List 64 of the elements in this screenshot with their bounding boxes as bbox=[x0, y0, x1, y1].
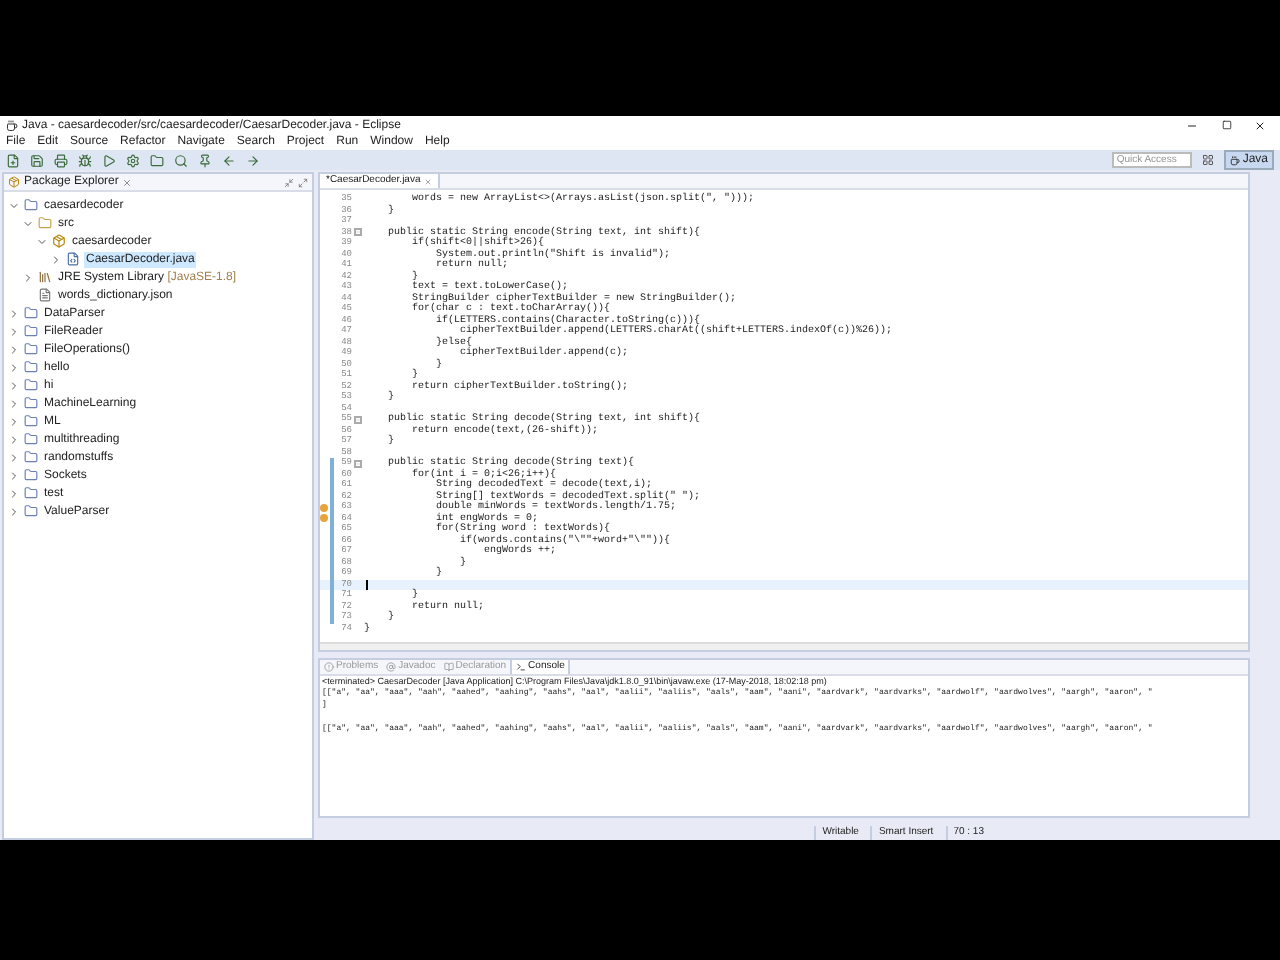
collapsed-caret-icon[interactable] bbox=[8, 505, 20, 517]
library-icon bbox=[38, 270, 52, 284]
package-icon bbox=[52, 234, 66, 248]
project-icon bbox=[24, 486, 38, 500]
forward-arrow-icon[interactable] bbox=[246, 153, 260, 167]
run-icon[interactable] bbox=[102, 153, 116, 167]
collapsed-caret-icon[interactable] bbox=[8, 487, 20, 499]
minimize-icon[interactable] bbox=[1186, 119, 1198, 131]
collapsed-caret-icon[interactable] bbox=[8, 451, 20, 463]
declaration-icon bbox=[443, 662, 454, 672]
expanded-caret-icon[interactable] bbox=[36, 235, 48, 247]
maximize-icon[interactable] bbox=[1222, 120, 1232, 130]
text-cursor bbox=[366, 579, 368, 589]
console-icon bbox=[516, 662, 527, 672]
fold-icon[interactable] bbox=[354, 228, 362, 237]
maximize-icon[interactable] bbox=[298, 177, 308, 187]
collapsed-caret-icon[interactable] bbox=[8, 343, 20, 355]
bug-icon[interactable] bbox=[78, 153, 92, 167]
file-icon bbox=[38, 288, 52, 302]
project-icon bbox=[24, 198, 38, 212]
expanded-caret-icon[interactable] bbox=[8, 199, 20, 211]
fold-icon[interactable] bbox=[354, 459, 362, 468]
project-icon bbox=[24, 468, 38, 482]
project-icon bbox=[24, 504, 38, 518]
print-icon[interactable] bbox=[54, 153, 68, 167]
app-icon bbox=[1230, 155, 1241, 165]
folder-icon bbox=[38, 216, 52, 230]
collapsed-caret-icon[interactable] bbox=[22, 271, 34, 283]
search-icon[interactable] bbox=[174, 153, 188, 167]
fold-icon[interactable] bbox=[354, 415, 362, 424]
gear-icon[interactable] bbox=[126, 153, 140, 167]
collapsed-caret-icon[interactable] bbox=[8, 361, 20, 373]
project-icon bbox=[24, 414, 38, 428]
pin-icon[interactable] bbox=[198, 153, 212, 167]
expanded-caret-icon[interactable] bbox=[22, 217, 34, 229]
collapsed-caret-icon[interactable] bbox=[50, 253, 62, 265]
project-icon bbox=[24, 324, 38, 338]
collapsed-caret-icon[interactable] bbox=[8, 433, 20, 445]
project-icon bbox=[24, 360, 38, 374]
project-icon bbox=[24, 432, 38, 446]
back-arrow-icon[interactable] bbox=[222, 153, 236, 167]
collapsed-caret-icon[interactable] bbox=[8, 397, 20, 409]
project-icon bbox=[24, 450, 38, 464]
app-icon bbox=[6, 119, 18, 131]
save-icon[interactable] bbox=[30, 153, 44, 167]
java-icon bbox=[66, 252, 80, 266]
package-icon bbox=[8, 176, 20, 188]
collapsed-caret-icon[interactable] bbox=[8, 379, 20, 391]
project-icon bbox=[24, 342, 38, 356]
open-perspective-icon[interactable] bbox=[1202, 154, 1215, 166]
project-icon bbox=[24, 306, 38, 320]
folder-icon[interactable] bbox=[150, 153, 164, 167]
project-icon bbox=[24, 378, 38, 392]
collapsed-caret-icon[interactable] bbox=[8, 307, 20, 319]
problems-icon bbox=[324, 662, 334, 672]
horizontal-scrollbar[interactable] bbox=[320, 642, 1248, 650]
new-file-icon[interactable] bbox=[6, 153, 20, 167]
javadoc-icon bbox=[386, 662, 397, 672]
collapsed-caret-icon[interactable] bbox=[8, 325, 20, 337]
project-icon bbox=[24, 396, 38, 410]
minimize-icon[interactable] bbox=[284, 177, 294, 187]
close-icon[interactable] bbox=[1254, 119, 1266, 131]
collapsed-caret-icon[interactable] bbox=[8, 469, 20, 481]
collapsed-caret-icon[interactable] bbox=[8, 415, 20, 427]
